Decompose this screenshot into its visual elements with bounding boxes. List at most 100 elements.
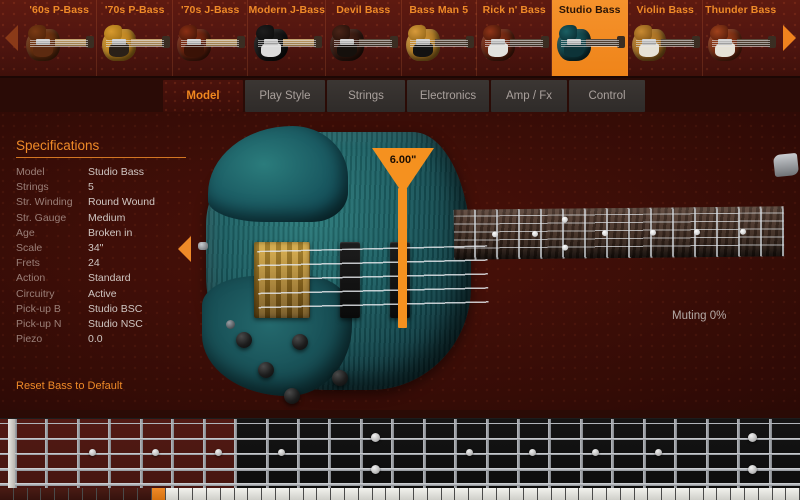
piano-key[interactable]	[303, 488, 318, 500]
model-tile-studio-bass[interactable]: Studio Bass	[552, 0, 628, 76]
fretboard-string[interactable]	[0, 453, 800, 456]
piano-key[interactable]	[579, 488, 594, 500]
piano-key[interactable]	[137, 488, 152, 500]
reset-bass-to-default-link[interactable]: Reset Bass to Default	[16, 380, 122, 392]
model-tile-bass-man-5[interactable]: Bass Man 5	[402, 0, 477, 76]
piano-key[interactable]	[55, 488, 69, 500]
guitar-control-knob[interactable]	[258, 362, 274, 378]
fretboard-string[interactable]	[0, 483, 800, 487]
piano-key[interactable]	[165, 488, 180, 500]
spec-row[interactable]: Str. Gauge Medium	[16, 211, 188, 226]
piano-key[interactable]	[372, 488, 387, 500]
piano-key[interactable]	[689, 488, 704, 500]
piano-key[interactable]	[344, 488, 359, 500]
spec-row[interactable]: Str. Winding Round Wound	[16, 195, 188, 210]
piano-key[interactable]	[441, 488, 456, 500]
piano-key[interactable]	[262, 488, 276, 500]
piano-key[interactable]	[248, 488, 263, 500]
spec-row[interactable]: Action Standard	[16, 271, 188, 286]
model-tile-devil-bass[interactable]: Devil Bass	[326, 0, 402, 76]
spec-row[interactable]: Model Studio Bass	[16, 165, 188, 180]
bass-guitar-illustration[interactable]: 6.00"	[196, 120, 800, 410]
guitar-control-knob[interactable]	[292, 334, 308, 350]
spec-row[interactable]: Frets 24	[16, 256, 188, 271]
piano-key[interactable]	[551, 488, 566, 500]
model-tile-70s-p-bass[interactable]: '70s P-Bass	[97, 0, 173, 76]
piano-key[interactable]	[413, 488, 428, 500]
piano-key[interactable]	[717, 488, 732, 500]
model-tile-violin-bass[interactable]: Violin Bass	[628, 0, 704, 76]
piano-key[interactable]	[758, 488, 773, 500]
tab-model[interactable]: Model	[163, 80, 243, 112]
piano-key[interactable]	[427, 488, 442, 500]
fretboard-display[interactable]	[0, 418, 800, 488]
piano-key[interactable]	[331, 488, 345, 500]
piano-key[interactable]	[13, 488, 28, 500]
piano-key[interactable]	[496, 488, 511, 500]
model-tile-rick-n-bass[interactable]: Rick n' Bass	[477, 0, 553, 76]
piano-key[interactable]	[27, 488, 42, 500]
next-model-button[interactable]	[778, 0, 800, 76]
piano-key[interactable]	[386, 488, 401, 500]
piano-key[interactable]	[745, 488, 759, 500]
spec-row[interactable]: Age Broken in	[16, 226, 188, 241]
piano-key[interactable]	[607, 488, 621, 500]
spec-row[interactable]: Pick-up B Studio BSC	[16, 302, 188, 317]
model-tile-thunder-bass[interactable]: Thunder Bass	[703, 0, 777, 76]
fretboard-string[interactable]	[0, 468, 800, 471]
piano-key[interactable]	[124, 488, 138, 500]
piano-key[interactable]	[41, 488, 56, 500]
piano-key[interactable]	[358, 488, 373, 500]
piano-key[interactable]	[234, 488, 249, 500]
piano-key[interactable]	[469, 488, 483, 500]
piano-key[interactable]	[482, 488, 497, 500]
string-height-marker[interactable]: 6.00"	[372, 148, 434, 333]
piano-key[interactable]	[703, 488, 718, 500]
piano-key[interactable]	[400, 488, 414, 500]
fretboard-string[interactable]	[0, 423, 800, 425]
guitar-control-knob[interactable]	[284, 388, 300, 404]
piano-key[interactable]	[593, 488, 608, 500]
spec-row[interactable]: Piezo 0.0	[16, 332, 188, 347]
guitar-control-knob[interactable]	[236, 332, 252, 348]
piano-key[interactable]	[510, 488, 525, 500]
model-tile-modern-j-bass[interactable]: Modern J-Bass	[248, 0, 327, 76]
piano-key[interactable]	[110, 488, 125, 500]
spec-row[interactable]: Strings 5	[16, 180, 188, 195]
tab-strings[interactable]: Strings	[327, 80, 405, 112]
piano-key[interactable]	[68, 488, 83, 500]
spec-row[interactable]: Circuitry Active	[16, 287, 188, 302]
piano-key[interactable]	[220, 488, 235, 500]
piano-key[interactable]	[317, 488, 332, 500]
tab-ampfx[interactable]: Amp / Fx	[491, 80, 567, 112]
piano-key[interactable]	[538, 488, 552, 500]
spec-row[interactable]: Scale 34"	[16, 241, 188, 256]
prev-model-button[interactable]	[0, 0, 22, 76]
piano-key[interactable]	[179, 488, 194, 500]
model-tile-70s-j-bass[interactable]: '70s J-Bass	[173, 0, 249, 76]
model-tile-60s-p-bass[interactable]: '60s P-Bass	[22, 0, 98, 76]
piano-key[interactable]	[648, 488, 663, 500]
piano-key[interactable]	[786, 488, 800, 500]
piano-key[interactable]	[620, 488, 635, 500]
piano-key[interactable]	[731, 488, 746, 500]
piano-key-strip[interactable]	[0, 488, 800, 500]
piano-key[interactable]	[275, 488, 290, 500]
piano-key[interactable]	[565, 488, 580, 500]
piano-key[interactable]	[772, 488, 787, 500]
guitar-control-knob[interactable]	[332, 370, 348, 386]
piano-key[interactable]	[206, 488, 221, 500]
specs-collapse-button[interactable]	[178, 236, 191, 262]
piano-key[interactable]	[662, 488, 677, 500]
tab-electronics[interactable]: Electronics	[407, 80, 489, 112]
tab-control[interactable]: Control	[569, 80, 645, 112]
tab-playstyle[interactable]: Play Style	[245, 80, 325, 112]
piano-key[interactable]	[289, 488, 304, 500]
piano-key[interactable]	[634, 488, 649, 500]
fretboard-string[interactable]	[0, 438, 800, 440]
piano-key[interactable]	[455, 488, 470, 500]
piano-key[interactable]	[82, 488, 97, 500]
piano-key[interactable]	[96, 488, 111, 500]
piano-key[interactable]	[193, 488, 207, 500]
piano-key[interactable]	[0, 488, 14, 500]
